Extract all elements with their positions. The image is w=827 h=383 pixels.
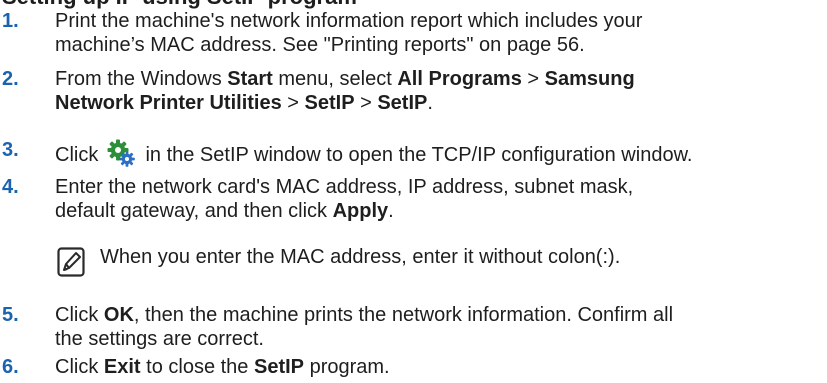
text-run: .	[388, 200, 394, 222]
step-text: Print the machine's network information …	[55, 9, 815, 57]
page-heading: Setting up IP using SetIP program	[2, 0, 357, 9]
menu-label-all-programs: All Programs	[397, 68, 522, 90]
text-run: Click	[55, 144, 104, 166]
step-number: 2.	[2, 68, 19, 90]
text-run: From the Windows	[55, 68, 228, 90]
program-name-setip: SetIP	[253, 356, 305, 378]
step-line: Enter the network card's MAC address, IP…	[55, 176, 634, 198]
step-line: the settings are correct.	[55, 328, 264, 350]
text-run: to close the	[140, 356, 254, 378]
text-run: >	[281, 92, 305, 114]
button-label-apply: Apply	[332, 200, 389, 222]
text-run: in the SetIP window to open the TCP/IP c…	[139, 144, 693, 166]
note-pencil-icon	[57, 247, 85, 277]
text-run: Click	[55, 304, 104, 326]
step-number: 6.	[2, 356, 19, 378]
step-number: 5.	[2, 304, 19, 326]
menu-label-setip-program: SetIP	[377, 92, 428, 114]
step-text: Click in the SetIP window to open the TC…	[55, 138, 815, 168]
settings-gear-icon	[107, 139, 135, 167]
menu-label-samsung: Samsung	[544, 68, 635, 90]
button-label-exit: Exit	[103, 356, 141, 378]
step-number: 4.	[2, 176, 19, 198]
step-line: From the Windows Start menu, select All …	[55, 67, 815, 91]
text-run: menu, select	[272, 68, 398, 90]
text-run: >	[521, 68, 545, 90]
text-run: Click	[55, 356, 104, 378]
step-line: Print the machine's network information …	[55, 10, 643, 32]
step-text: From the Windows Start menu, select All …	[55, 67, 815, 115]
step-text: Click OK, then the machine prints the ne…	[55, 303, 815, 351]
step-line: Network Printer Utilities > SetIP > SetI…	[55, 91, 815, 115]
text-run: program.	[304, 356, 390, 378]
text-run: default gateway, and then click	[55, 200, 333, 222]
text-run: .	[427, 92, 433, 114]
step-line: default gateway, and then click Apply.	[55, 199, 815, 223]
step-line: machine’s MAC address. See "Printing rep…	[55, 34, 585, 56]
step-number: 1.	[2, 10, 19, 32]
step-line: Click in the SetIP window to open the TC…	[55, 138, 815, 168]
note-text: When you enter the MAC address, enter it…	[100, 246, 621, 268]
step-text: Enter the network card's MAC address, IP…	[55, 175, 815, 223]
step-text: Click Exit to close the SetIP program.	[55, 355, 815, 379]
step-line: Click Exit to close the SetIP program.	[55, 355, 815, 379]
step-line: Click OK, then the machine prints the ne…	[55, 303, 815, 327]
button-label-ok: OK	[103, 304, 134, 326]
step-number: 3.	[2, 139, 19, 161]
text-run: >	[354, 92, 378, 114]
menu-label-setip-folder: SetIP	[304, 92, 355, 114]
text-run: , then the machine prints the network in…	[133, 304, 674, 326]
menu-label-network-printer-utilities: Network Printer Utilities	[55, 92, 282, 114]
menu-label-start: Start	[227, 68, 273, 90]
